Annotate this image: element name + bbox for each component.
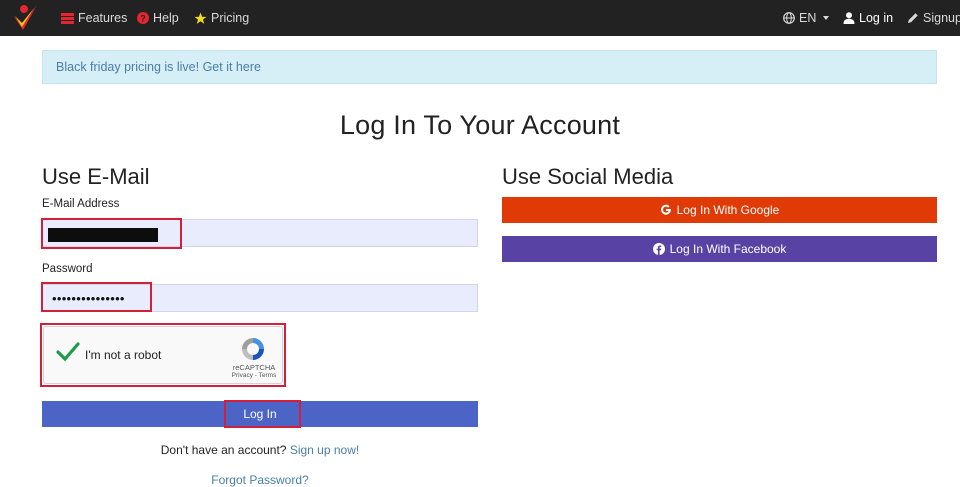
facebook-login-label: Log In With Facebook [669, 242, 787, 256]
language-label: EN [799, 11, 817, 25]
signup-prompt-text: Don't have an account? [160, 443, 287, 457]
pencil-icon [907, 12, 919, 24]
question-circle-icon: ? [137, 12, 149, 24]
facebook-icon [652, 243, 665, 255]
nav-pricing-label: Pricing [211, 11, 250, 25]
recaptcha-links[interactable]: Privacy - Terms [229, 372, 279, 379]
nav-signup[interactable]: Signup [907, 0, 960, 36]
user-icon [843, 12, 855, 24]
nav-login-label: Log in [859, 11, 894, 25]
nav-login[interactable]: Log in [843, 0, 893, 36]
recaptcha-label: I'm not a robot [85, 348, 162, 362]
signup-prompt: Don't have an account? Sign up now! [42, 443, 478, 457]
redacted-email [48, 228, 158, 242]
nav-signup-label: Signup [923, 11, 960, 25]
language-selector[interactable]: EN [783, 0, 830, 36]
caret-down-icon [823, 16, 830, 20]
site-logo[interactable] [10, 3, 40, 33]
nav-help-label: Help [153, 11, 179, 25]
globe-icon [783, 12, 795, 24]
recaptcha-brand: reCAPTCHA [232, 363, 276, 372]
list-icon [61, 12, 74, 24]
promo-alert[interactable]: Black friday pricing is live! Get it her… [42, 50, 937, 84]
login-button[interactable]: Log In [42, 401, 478, 427]
nav-features[interactable]: Features [61, 0, 127, 36]
google-login-label: Log In With Google [676, 203, 780, 217]
google-login-button[interactable]: Log In With Google [502, 197, 937, 223]
star-icon [194, 12, 207, 25]
promo-alert-text: Black friday pricing is live! Get it her… [56, 60, 261, 74]
password-label: Password [42, 263, 93, 275]
password-masked: ••••••••••••••• [52, 291, 125, 306]
forgot-password-link[interactable]: Forgot Password? [42, 473, 478, 487]
social-section-heading: Use Social Media [502, 164, 674, 189]
nav-features-label: Features [78, 11, 128, 25]
email-section-heading: Use E-Mail [42, 164, 150, 189]
checkmark-icon[interactable] [56, 342, 80, 362]
top-navbar: Features ? Help Pricing EN Log in Signup [0, 0, 960, 36]
email-label: E-Mail Address [42, 198, 120, 210]
nav-help[interactable]: ? Help [137, 0, 179, 36]
svg-text:?: ? [140, 14, 146, 24]
recaptcha-widget: I'm not a robot reCAPTCHA Privacy - Term… [43, 326, 283, 384]
nav-pricing[interactable]: Pricing [194, 0, 249, 36]
google-icon [660, 204, 672, 216]
page-title: Log In To Your Account [339, 110, 621, 140]
signup-link[interactable]: Sign up now! [290, 443, 359, 457]
recaptcha-logo-icon [242, 338, 264, 360]
facebook-login-button[interactable]: Log In With Facebook [502, 236, 937, 262]
